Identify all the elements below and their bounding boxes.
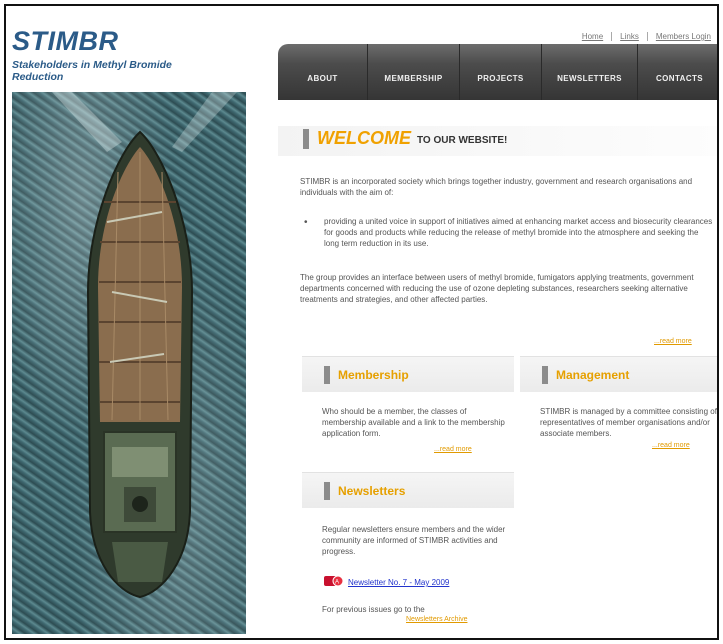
main-content: WELCOME TO OUR WEBSITE! STIMBR is an inc… [278, 102, 717, 638]
newsletters-previous: For previous issues go to the [322, 605, 425, 614]
welcome-subtitle: TO OUR WEBSITE! [417, 134, 508, 146]
welcome-title: WELCOME [317, 128, 411, 148]
links-link[interactable]: Links [612, 32, 648, 41]
management-heading: Management [542, 366, 629, 384]
welcome-heading: WELCOME TO OUR WEBSITE! [303, 128, 507, 149]
welcome-read-more[interactable]: ...read more [654, 338, 692, 345]
membership-body: Who should be a member, the classes of m… [322, 407, 505, 438]
members-login-link[interactable]: Members Login [648, 32, 711, 41]
membership-box: Membership Who should be a member, the c… [302, 356, 514, 466]
newsletters-box: Newsletters Regular newsletters ensure m… [302, 472, 514, 638]
nav-about[interactable]: ABOUT [278, 44, 368, 100]
home-link[interactable]: Home [574, 32, 613, 41]
ship-illustration [52, 92, 237, 599]
nav-projects[interactable]: PROJECTS [460, 44, 542, 100]
nav-membership[interactable]: MEMBERSHIP [368, 44, 460, 100]
heading-marker [303, 128, 309, 149]
welcome-group: The group provides an interface between … [300, 273, 694, 304]
membership-read-more[interactable]: ...read more [434, 446, 472, 453]
pdf-icon: A [324, 575, 344, 587]
newsletters-body: Regular newsletters ensure members and t… [322, 525, 506, 556]
main-nav: ABOUT MEMBERSHIP PROJECTS NEWSLETTERS CO… [278, 44, 717, 100]
ship-photo [12, 92, 246, 634]
welcome-intro: STIMBR is an incorporated society which … [300, 177, 693, 197]
newsletters-archive-link[interactable]: Newsletters Archive [406, 616, 467, 623]
management-body: STIMBR is managed by a committee consist… [540, 407, 717, 438]
newsletters-title[interactable]: Newsletters [338, 484, 405, 498]
management-title[interactable]: Management [556, 368, 629, 382]
management-read-more[interactable]: ...read more [652, 442, 690, 449]
newsletter-latest-link[interactable]: Newsletter No. 7 - May 2009 [348, 578, 449, 587]
utility-links: Home Links Members Login [574, 32, 711, 41]
newsletters-heading: Newsletters [324, 482, 405, 500]
nav-contacts[interactable]: CONTACTS [638, 44, 717, 100]
nav-newsletters[interactable]: NEWSLETTERS [542, 44, 638, 100]
heading-marker [324, 366, 330, 384]
page-frame: STIMBR Stakeholders in Methyl Bromide Re… [4, 4, 719, 640]
welcome-bullet: providing a united voice in support of i… [324, 217, 713, 248]
membership-heading: Membership [324, 366, 409, 384]
svg-text:A: A [335, 580, 339, 586]
heading-marker [324, 482, 330, 500]
heading-marker [542, 366, 548, 384]
management-box: Management STIMBR is managed by a commit… [520, 356, 717, 466]
membership-title[interactable]: Membership [338, 368, 409, 382]
bullet-marker: • [304, 217, 308, 228]
site-tagline: Stakeholders in Methyl Bromide Reduction [12, 59, 172, 83]
site-logo-title[interactable]: STIMBR [12, 26, 119, 57]
